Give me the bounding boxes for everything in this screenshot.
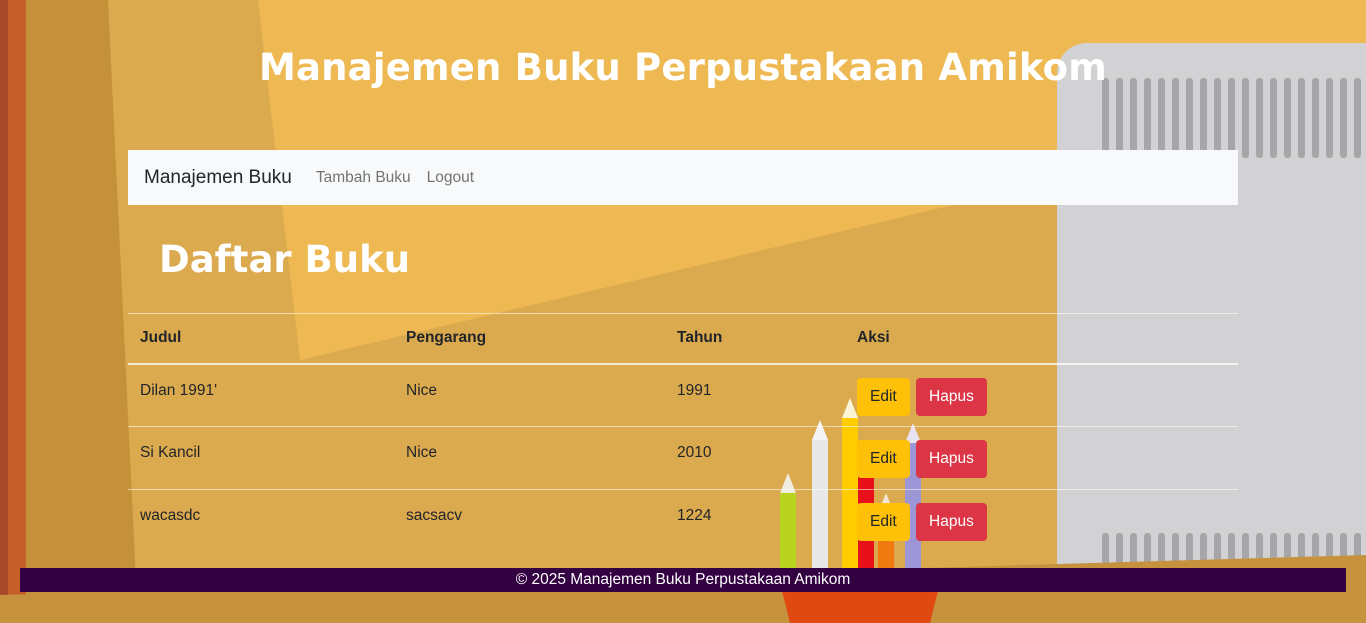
table-header-row: Judul Pengarang Tahun Aksi	[128, 313, 1238, 365]
table-row: wacasdc sacsacv 1224 Edit Hapus	[128, 490, 1238, 553]
delete-button[interactable]: Hapus	[916, 503, 987, 541]
cell-tahun: 2010	[665, 426, 845, 490]
page-title: Manajemen Buku Perpustakaan Amikom	[258, 46, 1108, 89]
cell-judul: Dilan 1991'	[128, 363, 394, 427]
edit-button[interactable]: Edit	[857, 377, 910, 416]
cell-aksi: Edit Hapus	[845, 363, 1238, 427]
section-title: Daftar Buku	[159, 238, 411, 281]
footer: © 2025 Manajemen Buku Perpustakaan Amiko…	[20, 568, 1346, 592]
cell-tahun: 1991	[665, 363, 845, 427]
cell-aksi: Edit Hapus	[845, 490, 1238, 553]
edit-button[interactable]: Edit	[857, 440, 910, 478]
table-row: Si Kancil Nice 2010 Edit Hapus	[128, 426, 1238, 490]
cell-pengarang: sacsacv	[406, 507, 462, 524]
navbar-brand[interactable]: Manajemen Buku	[144, 167, 292, 189]
column-header-pengarang: Pengarang	[394, 313, 665, 365]
column-header-judul: Judul	[128, 313, 394, 365]
cell-pengarang: Nice	[394, 426, 665, 490]
edit-button[interactable]: Edit	[857, 503, 910, 541]
column-header-aksi: Aksi	[845, 313, 1238, 365]
cell-judul: wacasdc	[140, 507, 201, 524]
book-table: Judul Pengarang Tahun Aksi Dilan 1991' N…	[128, 313, 1238, 553]
book-table-container: Judul Pengarang Tahun Aksi Dilan 1991' N…	[128, 313, 1238, 553]
nav-link-tambah-buku[interactable]: Tambah Buku	[316, 169, 411, 187]
nav-link-logout[interactable]: Logout	[427, 169, 474, 187]
delete-button[interactable]: Hapus	[916, 440, 987, 478]
navbar: Manajemen Buku Tambah Buku Logout	[128, 150, 1238, 205]
table-row: Dilan 1991' Nice 1991 Edit Hapus	[128, 363, 1238, 427]
column-header-tahun: Tahun	[665, 313, 845, 365]
cell-tahun: 1224	[677, 507, 712, 524]
cell-judul: Si Kancil	[128, 426, 394, 490]
cell-pengarang: Nice	[394, 363, 665, 427]
cell-aksi: Edit Hapus	[845, 426, 1238, 490]
delete-button[interactable]: Hapus	[916, 377, 987, 416]
